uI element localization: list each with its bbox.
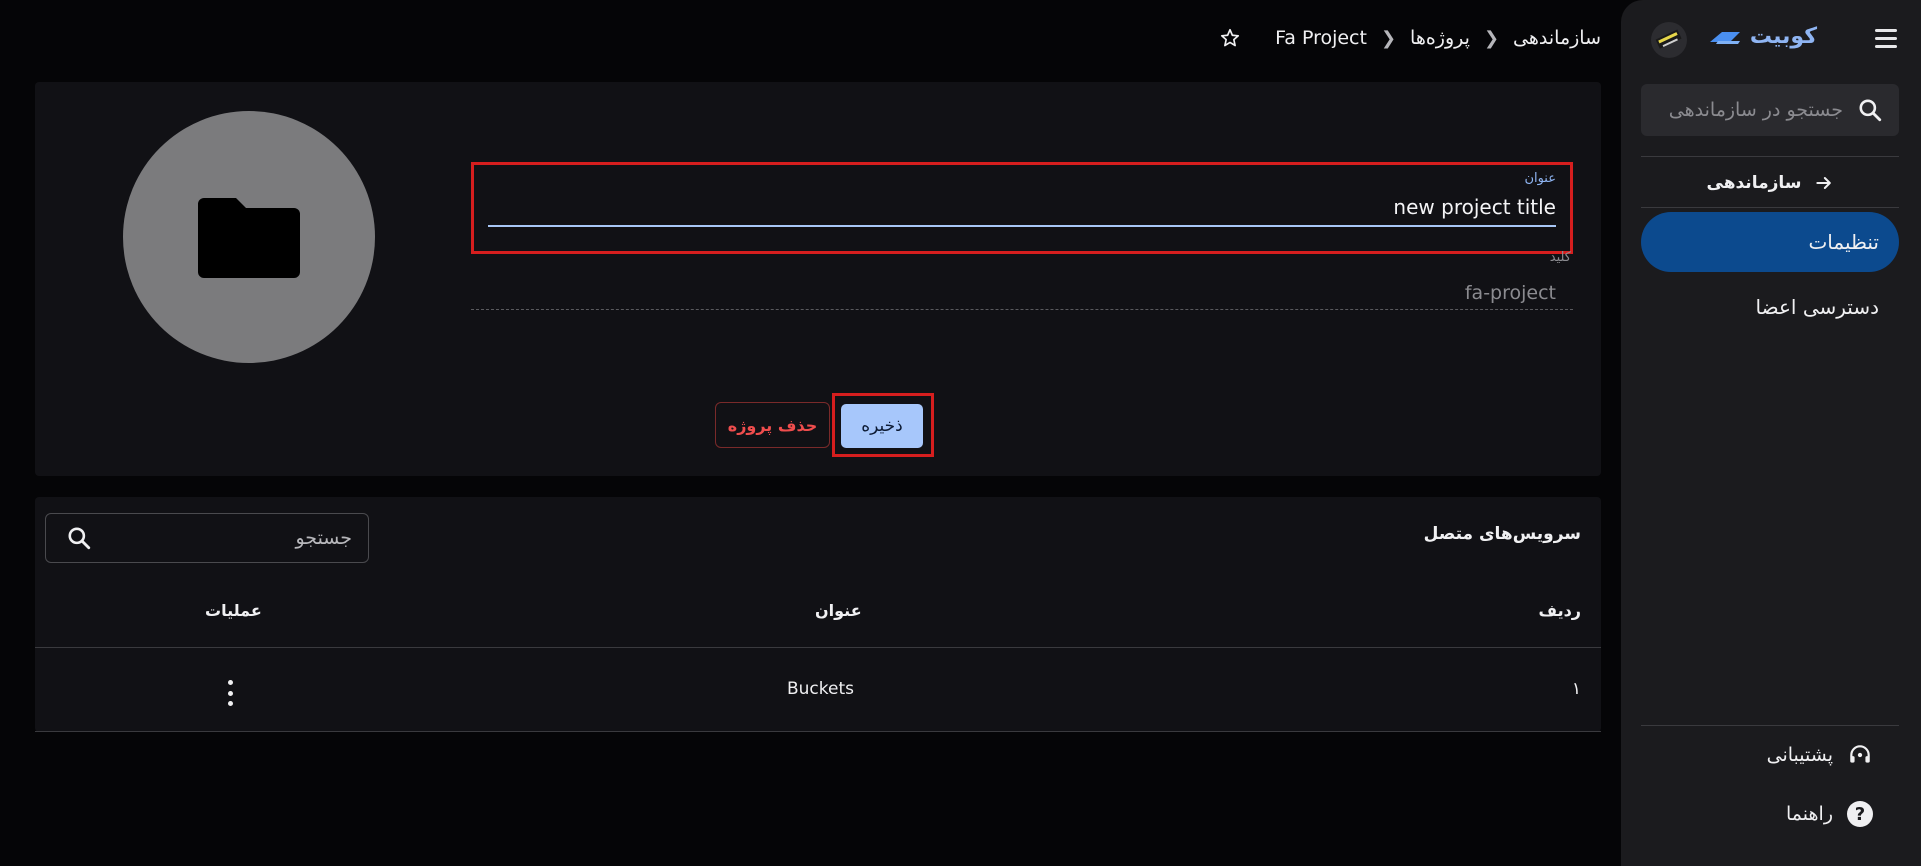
delete-project-button[interactable]: حذف پروژه xyxy=(715,402,830,448)
headset-icon xyxy=(1850,745,1870,763)
column-header-actions: عملیات xyxy=(205,601,262,620)
title-input[interactable] xyxy=(488,193,1556,227)
help-label: راهنما xyxy=(1786,803,1833,825)
sidebar-item-settings[interactable]: تنظیمات xyxy=(1641,212,1899,272)
divider xyxy=(1641,725,1899,726)
services-search-input[interactable] xyxy=(102,527,352,549)
column-header-title: عنوان xyxy=(815,601,862,620)
column-header-index: ردیف xyxy=(1538,601,1581,620)
sidebar-item-label: تنظیمات xyxy=(1808,230,1879,254)
row-title: Buckets xyxy=(787,679,855,699)
title-field-label: عنوان xyxy=(1524,171,1556,186)
organization-avatar[interactable] xyxy=(1651,22,1687,58)
chevron-left-icon: ❮ xyxy=(1483,27,1500,49)
table-divider xyxy=(35,647,1601,648)
sidebar-item-member-access[interactable]: دسترسی اعضا xyxy=(1641,277,1899,337)
project-avatar[interactable] xyxy=(123,111,375,363)
breadcrumb-item-projects[interactable]: پروژه‌ها xyxy=(1410,27,1470,49)
save-button[interactable]: ذخیره xyxy=(841,404,923,448)
sidebar: کوبیت سازماندهی تنظیمات دسترسی اعضا xyxy=(1621,0,1921,866)
divider xyxy=(1641,207,1899,208)
organization-link-label: سازماندهی xyxy=(1706,173,1802,193)
breadcrumb-item-current-project: Fa Project xyxy=(1275,27,1367,49)
back-to-organization-link[interactable]: سازماندهی xyxy=(1641,170,1899,196)
search-icon[interactable] xyxy=(66,525,92,551)
support-label: پشتیبانی xyxy=(1766,744,1833,766)
search-icon xyxy=(1859,99,1882,122)
brand-name: کوبیت xyxy=(1749,24,1817,49)
sidebar-search[interactable] xyxy=(1641,84,1899,136)
section-title: سرویس‌های متصل xyxy=(1423,524,1581,544)
brand[interactable]: کوبیت xyxy=(1708,24,1817,49)
support-link[interactable]: پشتیبانی xyxy=(1641,737,1899,773)
breadcrumb: سازماندهی ❮ پروژه‌ها ❮ Fa Project xyxy=(1219,22,1601,54)
sidebar-item-label: دسترسی اعضا xyxy=(1755,295,1879,319)
menu-icon[interactable] xyxy=(1869,29,1897,53)
project-settings-card: عنوان کلید حذف پروژه ذخیره xyxy=(35,82,1601,476)
table-divider xyxy=(35,731,1601,732)
help-icon: ? xyxy=(1847,801,1873,827)
row-index: ۱ xyxy=(1571,679,1581,699)
folder-icon xyxy=(198,198,300,278)
chevron-left-icon: ❮ xyxy=(1380,27,1397,49)
connected-services-card: سرویس‌های متصل ردیف عنوان عملیات ۱ Bucke… xyxy=(35,497,1601,732)
help-link[interactable]: ? راهنما xyxy=(1641,796,1899,832)
arrow-right-icon xyxy=(1815,177,1831,189)
brand-logo-icon xyxy=(1709,31,1740,44)
star-icon[interactable] xyxy=(1219,27,1241,49)
organization-logo-icon xyxy=(1655,29,1682,49)
key-input[interactable] xyxy=(471,276,1573,310)
title-field: عنوان xyxy=(471,162,1573,254)
divider xyxy=(1641,156,1899,157)
sidebar-search-input[interactable] xyxy=(1643,99,1843,121)
services-search[interactable] xyxy=(45,513,369,563)
more-options-icon[interactable] xyxy=(223,680,237,706)
breadcrumb-item-organization[interactable]: سازماندهی xyxy=(1513,27,1601,49)
key-field-label: کلید xyxy=(1549,250,1571,265)
